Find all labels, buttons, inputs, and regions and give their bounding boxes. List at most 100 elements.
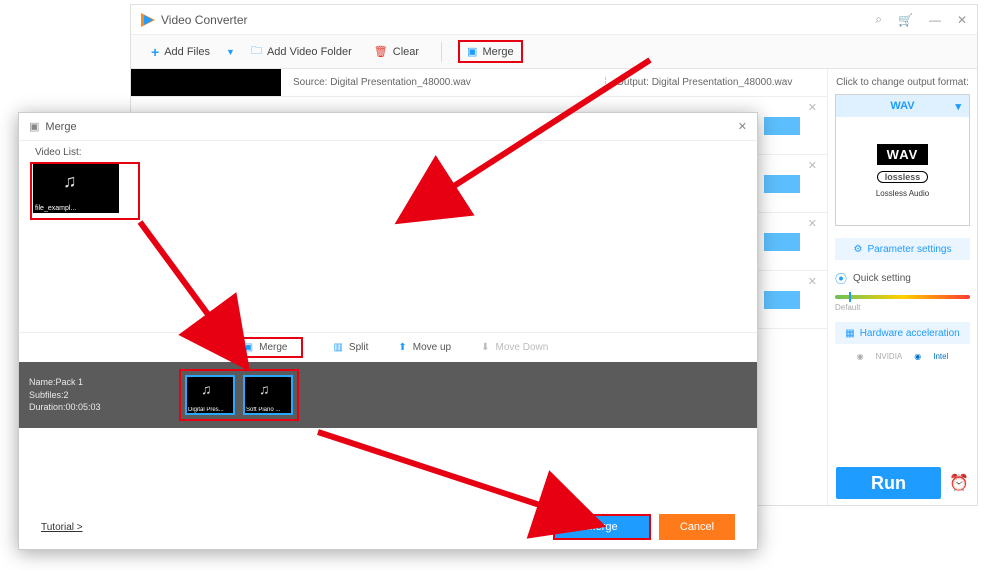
default-label: Default — [835, 303, 860, 312]
lossless-caption: Lossless Audio — [876, 189, 929, 198]
hw-label: Hardware acceleration — [860, 328, 960, 339]
quick-setting-label: Quick setting — [853, 273, 911, 284]
video-list-area: ♫ file_exampl... — [19, 160, 757, 218]
dialog-merge-label: Merge — [259, 342, 287, 353]
cancel-button[interactable]: Cancel — [659, 514, 735, 540]
source-file-label: Source: Digital Presentation_48000.wav — [293, 77, 606, 88]
item-action-bar[interactable] — [764, 175, 800, 193]
merge-button-top[interactable]: ▣ Merge — [458, 40, 523, 63]
dialog-split-button[interactable]: ▥ Split — [333, 342, 368, 353]
remove-icon[interactable]: ✕ — [808, 101, 817, 114]
pack-duration-label: Duration:00:05:03 — [29, 401, 169, 414]
dialog-title: Merge — [45, 121, 76, 133]
dialog-movedown-label: Move Down — [496, 342, 549, 353]
sliders-icon: ⚙ — [854, 244, 863, 255]
titlebar: Video Converter ⌕ 🛒 — ✕ — [131, 5, 977, 35]
app-title: Video Converter — [161, 13, 248, 27]
item-action-bar[interactable] — [764, 117, 800, 135]
quick-setting-row[interactable]: ⦿ Quick setting — [835, 270, 970, 287]
parameter-label: Parameter settings — [868, 244, 952, 255]
dialog-movedown-button: ⬇ Move Down — [481, 342, 548, 353]
video-thumb[interactable]: ♫ file_exampl... — [33, 163, 119, 213]
add-files-dropdown-icon[interactable]: ▼ — [226, 47, 235, 57]
lossless-badge: lossless — [877, 171, 929, 183]
format-body: WAV lossless Lossless Audio — [836, 117, 969, 225]
file-thumb — [131, 69, 281, 96]
dialog-split-label: Split — [349, 342, 368, 353]
music-note-icon: ♫ — [259, 381, 270, 397]
movedown-icon: ⬇ — [481, 342, 489, 353]
intel-label: Intel — [933, 352, 948, 361]
tutorial-link[interactable]: Tutorial > — [41, 522, 83, 533]
dialog-footer: Tutorial > Merge Cancel — [19, 505, 757, 549]
pack-thumb[interactable]: ♫ Digital Pres... — [185, 375, 235, 415]
plus-icon: + — [151, 44, 159, 60]
pack-thumb-caption: Soft Piano ... — [245, 407, 291, 413]
window-controls: ⌕ 🛒 — ✕ — [875, 12, 967, 27]
pack-thumb[interactable]: ♫ Soft Piano ... — [243, 375, 293, 415]
dialog-moveup-label: Move up — [413, 342, 451, 353]
music-note-icon: ♫ — [63, 171, 77, 192]
chip-icon: ▦ — [845, 328, 854, 339]
pack-name-label: Name:Pack 1 — [29, 376, 169, 389]
quality-slider[interactable] — [835, 295, 970, 299]
add-video-folder-button[interactable]: 🗀 Add Video Folder — [245, 38, 358, 65]
alarm-icon[interactable]: ⏰ — [949, 473, 969, 493]
pack-thumb-caption: Digital Pres... — [187, 407, 233, 413]
remove-icon[interactable]: ✕ — [808, 159, 817, 172]
music-note-icon: ♫ — [201, 381, 212, 397]
remove-icon[interactable]: ✕ — [808, 275, 817, 288]
add-folder-label: Add Video Folder — [267, 46, 352, 58]
nvidia-icon: ◉ — [857, 352, 864, 361]
format-badge: WAV — [877, 144, 929, 165]
pack-subfiles-label: Subfiles:2 — [29, 389, 169, 402]
output-format-header: Click to change output format: — [836, 77, 969, 88]
add-files-label: Add Files — [164, 46, 210, 58]
intel-icon: ◉ — [914, 352, 921, 361]
format-card[interactable]: WAV ▾ WAV lossless Lossless Audio — [835, 94, 970, 226]
pack-meta: Name:Pack 1 Subfiles:2 Duration:00:05:03 — [29, 376, 169, 414]
dialog-toolbar: ▣ Merge ▥ Split ⬆ Move up ⬇ Move Down — [19, 332, 757, 362]
radio-dot-icon: ⦿ — [835, 270, 847, 287]
pack-row[interactable]: Name:Pack 1 Subfiles:2 Duration:00:05:03… — [19, 362, 757, 428]
dialog-close-button[interactable]: ✕ — [738, 120, 747, 133]
video-list-label: Video List: — [19, 141, 757, 160]
run-button[interactable]: Run — [836, 467, 941, 499]
merge-top-label: Merge — [482, 46, 513, 58]
format-code-header[interactable]: WAV ▾ — [836, 95, 969, 117]
cart-icon[interactable]: 🛒 — [898, 13, 913, 27]
moveup-icon: ⬆ — [398, 342, 406, 353]
split-icon: ▥ — [333, 342, 342, 353]
app-logo-icon — [141, 13, 155, 27]
merge-confirm-button[interactable]: Merge — [553, 514, 651, 540]
minimize-button[interactable]: — — [929, 13, 941, 27]
chevron-down-icon: ▾ — [955, 100, 961, 113]
add-files-button[interactable]: + Add Files — [145, 40, 216, 64]
merge-icon: ▣ — [467, 45, 477, 58]
dialog-titlebar: ▣ Merge ✕ — [19, 113, 757, 141]
dialog-merge-button[interactable]: ▣ Merge — [228, 337, 304, 358]
parameter-settings-button[interactable]: ⚙ Parameter settings — [835, 238, 970, 260]
vendor-row: ◉ NVIDIA ◉ Intel — [857, 352, 949, 361]
item-action-bar[interactable] — [764, 233, 800, 251]
search-icon[interactable]: ⌕ — [875, 12, 882, 27]
thumb-caption: file_exampl... — [33, 204, 119, 213]
format-code-label: WAV — [890, 100, 914, 112]
close-button[interactable]: ✕ — [957, 13, 967, 27]
merge-dialog: ▣ Merge ✕ Video List: ♫ file_exampl... ▣… — [18, 112, 758, 550]
item-action-bar[interactable] — [764, 291, 800, 309]
dialog-moveup-button[interactable]: ⬆ Move up — [398, 342, 451, 353]
clear-label: Clear — [393, 46, 419, 58]
pack-thumbs: ♫ Digital Pres... ♫ Soft Piano ... — [179, 369, 299, 421]
clear-button[interactable]: 🗑 Clear — [368, 41, 425, 62]
trash-icon: 🗑 — [374, 45, 388, 58]
merge-icon: ▣ — [244, 342, 253, 353]
main-toolbar: + Add Files ▼ 🗀 Add Video Folder 🗑 Clear… — [131, 35, 977, 69]
merge-icon: ▣ — [29, 120, 39, 133]
folder-icon: 🗀 — [251, 42, 262, 61]
remove-icon[interactable]: ✕ — [808, 217, 817, 230]
toolbar-separator — [441, 42, 442, 62]
run-row: Run ⏰ — [828, 461, 977, 505]
hardware-accel-button[interactable]: ▦ Hardware acceleration — [835, 322, 970, 344]
nvidia-label: NVIDIA — [876, 352, 903, 361]
